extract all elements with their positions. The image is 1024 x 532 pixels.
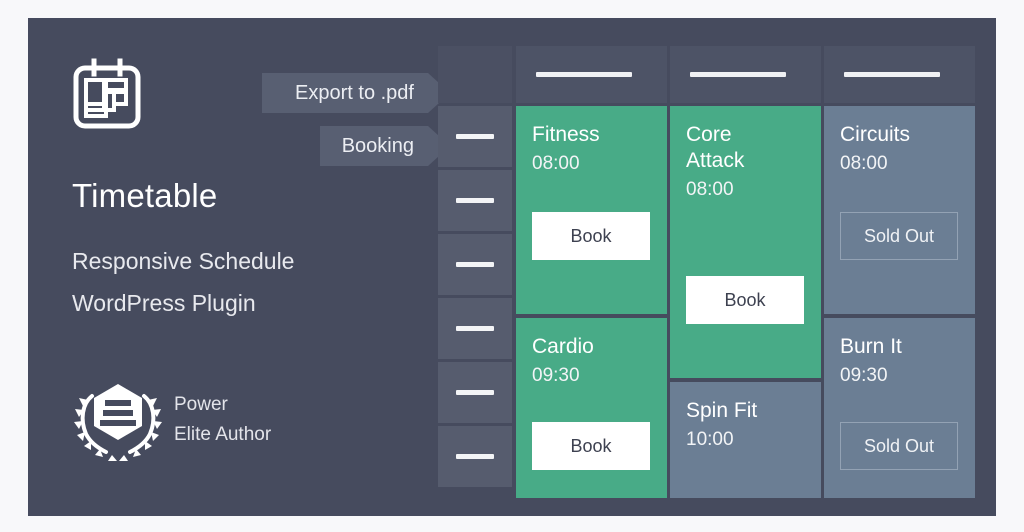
day-name-placeholder-dash: [844, 72, 940, 77]
event-time: 08:00: [532, 153, 580, 174]
event-title: Cardio: [532, 335, 594, 358]
event-title: Burn It: [840, 335, 902, 358]
day-name-placeholder-dash: [690, 72, 786, 77]
time-slot-dash: [456, 326, 494, 331]
promo-subtitle-line-1: Responsive Schedule: [72, 248, 295, 274]
event-time: 08:00: [686, 179, 734, 200]
page-title: Timetable: [72, 177, 218, 214]
time-slot-row: [438, 106, 512, 167]
day-column-header-1: [516, 46, 667, 103]
event-title-line-1: Core: [686, 123, 732, 146]
event-card-spin-fit[interactable]: Spin Fit 10:00: [670, 382, 821, 498]
sold-out-button: Sold Out: [840, 422, 958, 470]
time-slot-dash: [456, 390, 494, 395]
ribbon-booking-label: Booking: [341, 134, 414, 157]
event-title-line-2: Attack: [686, 149, 745, 172]
timetable-day-column-1: Fitness 08:00 Book Cardio 09:30 Book: [516, 46, 667, 498]
event-card-burn-it[interactable]: Burn It 09:30 Sold Out: [824, 318, 975, 498]
time-slot-dash: [456, 454, 494, 459]
ribbon-export-to-pdf-label: Export to .pdf: [295, 81, 414, 104]
book-button[interactable]: Book: [532, 422, 650, 470]
day-column-header-3: [824, 46, 975, 103]
time-slot-row: [438, 298, 512, 359]
time-slot-row: [438, 234, 512, 295]
event-card-core-attack[interactable]: Core Attack 08:00 Book: [670, 106, 821, 378]
promo-subtitle-line-2: WordPress Plugin: [72, 290, 256, 316]
timetable-promo-panel: Timetable Responsive Schedule WordPress …: [28, 18, 996, 516]
event-time: 10:00: [686, 429, 734, 450]
event-title: Circuits: [840, 123, 911, 146]
event-title: Spin Fit: [686, 399, 758, 422]
timetable-grid: Fitness 08:00 Book Cardio 09:30 Book Cor…: [438, 46, 983, 498]
calendar-timetable-icon: [72, 58, 142, 130]
event-card-cardio[interactable]: Cardio 09:30 Book: [516, 318, 667, 498]
time-slot-dash: [456, 134, 494, 139]
book-button[interactable]: Book: [686, 276, 804, 324]
ribbon-export-to-pdf[interactable]: Export to .pdf: [262, 73, 450, 113]
badge-line-1: Power: [174, 394, 228, 415]
badge-line-2: Elite Author: [174, 424, 272, 445]
day-name-placeholder-dash: [536, 72, 632, 77]
event-time: 08:00: [840, 153, 888, 174]
time-column-header: [438, 46, 512, 103]
event-title: Fitness: [532, 123, 600, 146]
sold-out-button: Sold Out: [840, 212, 958, 260]
timetable-time-column: [438, 46, 512, 498]
badge-text: Power Elite Author: [174, 390, 271, 450]
event-time: 09:30: [840, 365, 888, 386]
event-card-fitness[interactable]: Fitness 08:00 Book: [516, 106, 667, 314]
time-slot-row: [438, 170, 512, 231]
laurel-wreath-award-icon: [72, 376, 164, 466]
timetable-day-column-3: Circuits 08:00 Sold Out Burn It 09:30 So…: [824, 46, 975, 498]
event-card-circuits[interactable]: Circuits 08:00 Sold Out: [824, 106, 975, 314]
timetable-day-column-2: Core Attack 08:00 Book Spin Fit 10:00: [670, 46, 821, 498]
book-button[interactable]: Book: [532, 212, 650, 260]
screenshot-canvas: Timetable Responsive Schedule WordPress …: [0, 0, 1024, 532]
day-column-header-2: [670, 46, 821, 103]
time-slot-row: [438, 362, 512, 423]
time-slot-dash: [456, 198, 494, 203]
ribbon-booking[interactable]: Booking: [320, 126, 450, 166]
time-slot-row: [438, 426, 512, 487]
event-time: 09:30: [532, 365, 580, 386]
power-elite-author-badge: Power Elite Author: [72, 376, 402, 466]
time-slot-dash: [456, 262, 494, 267]
